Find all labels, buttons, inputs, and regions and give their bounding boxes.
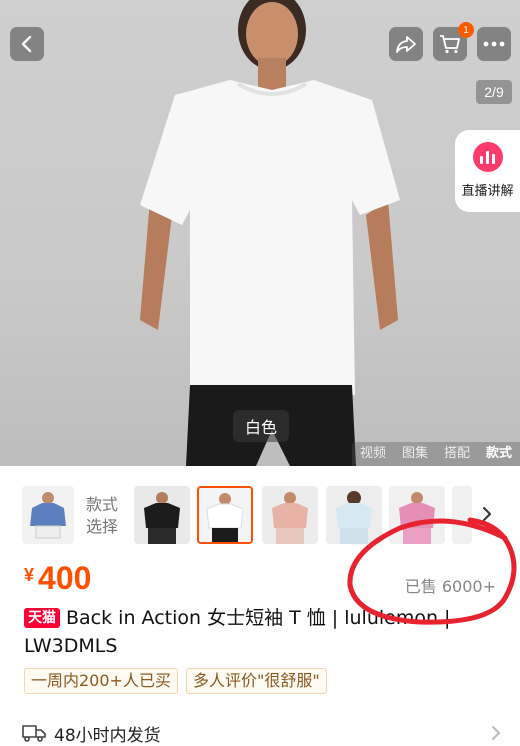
style-select-label: 款式 选择 bbox=[86, 494, 126, 538]
more-button[interactable] bbox=[477, 27, 511, 61]
thumb-image bbox=[22, 486, 74, 544]
share-icon bbox=[396, 36, 416, 53]
style-thumb-black[interactable] bbox=[134, 486, 190, 544]
chevron-right-icon[interactable] bbox=[480, 504, 494, 524]
media-tab-video[interactable]: 视频 bbox=[352, 442, 394, 466]
cart-count-badge: 1 bbox=[458, 22, 474, 38]
sold-count: 已售 6000+ bbox=[404, 577, 496, 596]
style-picker: 款式 选择 bbox=[0, 482, 520, 550]
thumb-image bbox=[452, 486, 472, 544]
tmall-badge: 天猫 bbox=[24, 608, 60, 628]
style-thumb-white[interactable] bbox=[197, 486, 253, 544]
more-dots-icon bbox=[483, 41, 505, 47]
style-label-line2: 选择 bbox=[86, 517, 119, 536]
style-thumb-main[interactable] bbox=[22, 486, 74, 544]
style-thumb-lightblue[interactable] bbox=[326, 486, 382, 544]
product-tags: 一周内200+人已买 多人评价"很舒服" bbox=[24, 668, 327, 694]
shipping-text: 48小时内发货 bbox=[54, 725, 161, 746]
model-photo bbox=[140, 0, 400, 466]
price: ¥400 bbox=[24, 560, 91, 597]
color-tag: 白色 bbox=[233, 410, 289, 442]
media-tabs: 视频 图集 搭配 款式 bbox=[351, 442, 520, 466]
back-button[interactable] bbox=[10, 27, 44, 61]
style-thumb-rose[interactable] bbox=[389, 486, 445, 544]
thumb-image bbox=[262, 486, 318, 544]
tag-weekly-buyers[interactable]: 一周内200+人已买 bbox=[24, 668, 178, 694]
thumb-image bbox=[389, 486, 445, 544]
media-tab-outfit[interactable]: 搭配 bbox=[436, 442, 478, 466]
cart-icon bbox=[440, 35, 460, 54]
price-currency: ¥ bbox=[24, 565, 35, 585]
image-page-indicator: 2/9 bbox=[476, 80, 512, 104]
truck-icon bbox=[22, 725, 46, 742]
tag-reviews[interactable]: 多人评价"很舒服" bbox=[185, 668, 327, 694]
live-explain-button[interactable]: 直播讲解 bbox=[455, 130, 520, 212]
product-title: 天猫 Back in Action 女士短袖 T 恤 | lululemon | … bbox=[24, 604, 494, 660]
live-bars-icon bbox=[472, 142, 503, 172]
chevron-left-icon bbox=[21, 35, 32, 53]
thumb-image bbox=[134, 486, 190, 544]
product-title-text: Back in Action 女士短袖 T 恤 | lululemon | LW… bbox=[24, 607, 451, 657]
live-explain-label: 直播讲解 bbox=[461, 184, 514, 199]
style-label-line1: 款式 bbox=[86, 495, 119, 514]
thumb-image bbox=[199, 488, 251, 542]
share-button[interactable] bbox=[389, 27, 423, 61]
price-value: 400 bbox=[38, 560, 92, 596]
thumb-image bbox=[326, 486, 382, 544]
style-thumb-more[interactable] bbox=[452, 486, 472, 544]
shipping-row[interactable]: 48小时内发货 bbox=[22, 720, 502, 746]
media-tab-gallery[interactable]: 图集 bbox=[394, 442, 436, 466]
chevron-right-icon bbox=[492, 726, 500, 740]
media-tab-style[interactable]: 款式 bbox=[478, 442, 520, 466]
style-thumb-pink[interactable] bbox=[262, 486, 318, 544]
product-image-carousel[interactable]: 1 2/9 直播讲解 白色 视频 图集 搭配 款式 bbox=[0, 0, 520, 466]
cart-button[interactable]: 1 bbox=[433, 22, 474, 61]
